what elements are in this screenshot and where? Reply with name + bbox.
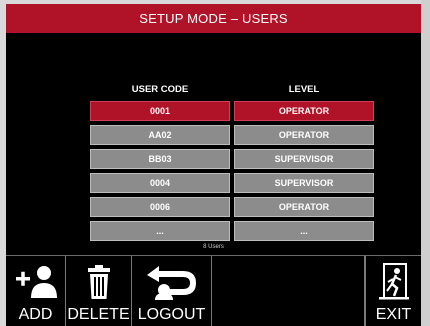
exit-button[interactable]: EXIT bbox=[365, 256, 421, 326]
device-frame: SETUP MODE – USERS USER CODE LEVEL 0001 … bbox=[0, 0, 430, 326]
add-user-icon bbox=[6, 262, 65, 302]
table-row-5-level[interactable]: ... bbox=[234, 221, 374, 241]
delete-button-label: DELETE bbox=[67, 306, 130, 323]
hmi-screen: SETUP MODE – USERS USER CODE LEVEL 0001 … bbox=[6, 4, 421, 326]
column-header-user-code: USER CODE bbox=[131, 84, 189, 95]
trash-icon bbox=[66, 262, 131, 302]
logout-button-label: LOGOUT bbox=[137, 306, 206, 323]
table-row-2-user-code[interactable]: BB03 bbox=[90, 149, 230, 169]
table-row-0-level[interactable]: OPERATOR bbox=[234, 101, 374, 121]
toolbar-empty-slot bbox=[212, 256, 365, 326]
table-row-5-user-code[interactable]: ... bbox=[90, 221, 230, 241]
table-row-3-level[interactable]: SUPERVISOR bbox=[234, 173, 374, 193]
table-row-1-level[interactable]: OPERATOR bbox=[234, 125, 374, 145]
exit-button-label: EXIT bbox=[375, 306, 412, 323]
logout-button[interactable]: LOGOUT bbox=[132, 256, 212, 326]
device-bezel bbox=[421, 0, 430, 326]
delete-button[interactable]: DELETE bbox=[66, 256, 132, 326]
user-count: 8 Users bbox=[203, 244, 224, 250]
page-title: SETUP MODE – USERS bbox=[6, 4, 421, 33]
table-row-0-user-code[interactable]: 0001 bbox=[90, 101, 230, 121]
column-header-level: LEVEL bbox=[288, 84, 320, 95]
table-row-4-user-code[interactable]: 0006 bbox=[90, 197, 230, 217]
exit-icon bbox=[366, 262, 421, 302]
table-row-2-level[interactable]: SUPERVISOR bbox=[234, 149, 374, 169]
table-row-3-user-code[interactable]: 0004 bbox=[90, 173, 230, 193]
logout-icon bbox=[132, 262, 211, 302]
add-button-label: ADD bbox=[18, 306, 53, 323]
table-row-1-user-code[interactable]: AA02 bbox=[90, 125, 230, 145]
table-row-4-level[interactable]: OPERATOR bbox=[234, 197, 374, 217]
add-button[interactable]: ADD bbox=[6, 256, 66, 326]
